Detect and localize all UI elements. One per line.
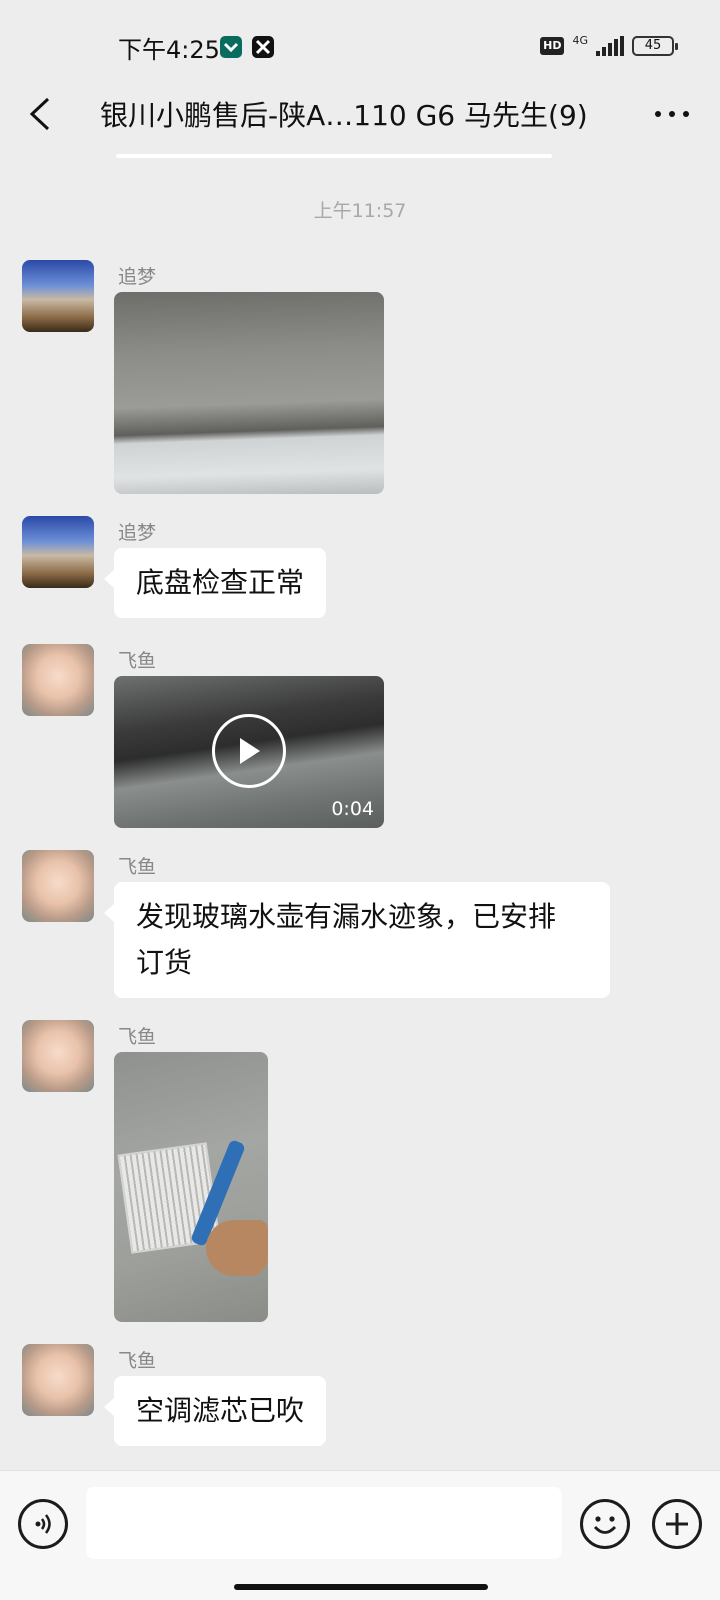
pull-indicator — [116, 154, 552, 158]
message-item: 飞鱼 空调滤芯已吹 — [0, 1344, 720, 1446]
chat-header: 银川小鹏售后-陕A…110 G6 马先生(9) — [0, 80, 720, 148]
hd-badge: HD — [540, 37, 565, 55]
more-dots-icon — [655, 111, 689, 117]
message-text-line: 订货 — [136, 946, 193, 979]
sender-name: 飞鱼 — [118, 1026, 157, 1048]
play-icon[interactable] — [212, 714, 286, 788]
status-indicators: HD 4G 45 — [540, 33, 678, 56]
avatar[interactable] — [22, 260, 94, 332]
sender-name: 追梦 — [118, 266, 157, 288]
app-notification-icon-2 — [252, 36, 274, 58]
avatar[interactable] — [22, 1344, 94, 1416]
sender-name: 飞鱼 — [118, 1350, 157, 1372]
status-time: 下午4:25 — [118, 36, 220, 64]
voice-icon[interactable] — [18, 1499, 68, 1549]
message-text-line: 发现玻璃水壶有漏水迹象，已安排 — [136, 900, 557, 933]
home-indicator[interactable] — [234, 1584, 488, 1590]
message-item: 追梦 底盘检查正常 — [0, 516, 720, 618]
time-divider: 上午11:57 — [313, 200, 407, 222]
emoji-icon[interactable] — [580, 1499, 630, 1549]
avatar[interactable] — [22, 516, 94, 588]
text-message-bubble[interactable]: 底盘检查正常 — [103, 548, 327, 618]
text-message-bubble[interactable]: 发现玻璃水壶有漏水迹象，已安排 订货 — [104, 882, 610, 998]
message-input[interactable] — [86, 1487, 562, 1559]
chevron-left-icon — [29, 97, 50, 131]
video-duration: 0:04 — [331, 798, 374, 820]
back-button[interactable] — [18, 92, 62, 136]
hand — [206, 1220, 268, 1276]
plus-icon[interactable] — [652, 1499, 702, 1549]
network-label: 4G — [572, 33, 588, 47]
app-notification-icon — [220, 36, 242, 58]
input-bar — [0, 1470, 720, 1600]
sender-name: 飞鱼 — [118, 650, 157, 672]
image-message-car-chassis[interactable] — [114, 292, 384, 494]
video-message[interactable]: 0:04 — [114, 676, 384, 828]
sender-name: 追梦 — [118, 522, 157, 544]
image-message-air-filter[interactable] — [114, 1052, 268, 1322]
battery-icon: 45 — [632, 36, 678, 56]
more-options-button[interactable] — [650, 92, 694, 136]
signal-icon — [596, 36, 624, 56]
message-item: 飞鱼 发现玻璃水壶有漏水迹象，已安排 订货 — [0, 850, 720, 1000]
text-message-bubble[interactable]: 空调滤芯已吹 — [103, 1376, 327, 1446]
chat-title: 银川小鹏售后-陕A…110 G6 马先生(9) — [100, 99, 588, 132]
message-item: 追梦 — [0, 260, 720, 496]
sender-name: 飞鱼 — [118, 856, 157, 878]
avatar[interactable] — [22, 644, 94, 716]
avatar[interactable] — [22, 850, 94, 922]
avatar[interactable] — [22, 1020, 94, 1092]
message-item: 飞鱼 0:04 — [0, 644, 720, 830]
message-item: 飞鱼 — [0, 1020, 720, 1326]
